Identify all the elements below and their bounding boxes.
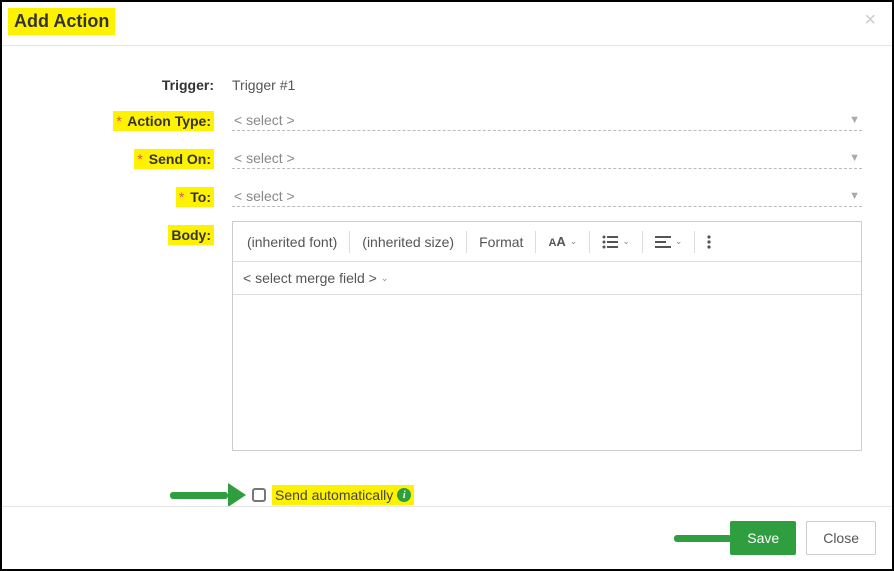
row-body: Body: (inherited font) (inherited size) [22, 221, 872, 451]
toolbar-separator [642, 231, 643, 253]
close-button[interactable]: Close [806, 521, 876, 555]
modal-footer: Save Close [2, 506, 892, 569]
toolbar-separator [349, 231, 350, 253]
send-automatically-checkbox[interactable] [252, 488, 266, 502]
value-trigger: Trigger #1 [232, 71, 862, 93]
chevron-down-icon: ⌄ [570, 236, 578, 247]
modal-title: Add Action [8, 8, 115, 35]
row-action-type: * Action Type: < select > ▼ [22, 107, 872, 131]
chevron-down-icon: ▼ [849, 190, 860, 202]
send-automatically-label: Send automatically i [272, 485, 414, 505]
list-icon [602, 235, 618, 249]
label-body: Body: [22, 221, 232, 243]
send-automatically-row: Send automatically i [22, 465, 872, 505]
chevron-down-icon: ▼ [849, 114, 860, 126]
chevron-down-icon: ⌄ [622, 236, 630, 247]
annotation-arrow-icon [674, 526, 750, 550]
toolbar-list[interactable]: ⌄ [592, 229, 640, 255]
editor-content-area[interactable] [233, 295, 861, 450]
align-icon [655, 235, 671, 249]
select-to[interactable]: < select > ▼ [232, 183, 862, 207]
chevron-down-icon: ▼ [849, 152, 860, 164]
annotation-arrow-icon [170, 483, 246, 506]
select-action-type[interactable]: < select > ▼ [232, 107, 862, 131]
toolbar-format[interactable]: Format [469, 228, 533, 256]
toolbar-separator [694, 231, 695, 253]
label-to: * To: [22, 183, 232, 205]
rich-text-editor: (inherited font) (inherited size) Format [232, 221, 862, 451]
toolbar-align[interactable]: ⌄ [645, 229, 693, 255]
row-send-on: * Send On: < select > ▼ [22, 145, 872, 169]
row-to: * To: < select > ▼ [22, 183, 872, 207]
toolbar-font-family[interactable]: (inherited font) [237, 228, 347, 256]
select-action-type-placeholder: < select > [234, 112, 295, 128]
text-style-icon: AA [548, 234, 565, 249]
label-action-type: * Action Type: [22, 107, 232, 129]
toolbar-more[interactable] [697, 229, 721, 255]
row-trigger: Trigger: Trigger #1 [22, 71, 872, 93]
select-send-on[interactable]: < select > ▼ [232, 145, 862, 169]
close-icon[interactable]: × [858, 8, 882, 32]
toolbar-separator [589, 231, 590, 253]
editor-toolbar: (inherited font) (inherited size) Format [233, 222, 861, 262]
select-send-on-placeholder: < select > [234, 150, 295, 166]
toolbar-separator [535, 231, 536, 253]
label-trigger: Trigger: [22, 71, 232, 93]
select-to-placeholder: < select > [234, 188, 295, 204]
chevron-down-icon: ⌄ [675, 236, 683, 247]
label-send-on: * Send On: [22, 145, 232, 167]
toolbar-font-size[interactable]: (inherited size) [352, 228, 464, 256]
toolbar-text-style[interactable]: AA ⌄ [538, 228, 587, 255]
modal-body: Trigger: Trigger #1 * Action Type: < sel… [2, 46, 892, 506]
chevron-down-icon: ⌄ [381, 273, 389, 284]
add-action-modal: Add Action × Trigger: Trigger #1 * Actio… [0, 0, 894, 571]
info-icon[interactable]: i [397, 488, 411, 502]
toolbar-separator [466, 231, 467, 253]
modal-header: Add Action × [2, 2, 892, 46]
merge-field-selector[interactable]: < select merge field > ⌄ [233, 262, 861, 295]
more-vertical-icon [707, 235, 711, 249]
